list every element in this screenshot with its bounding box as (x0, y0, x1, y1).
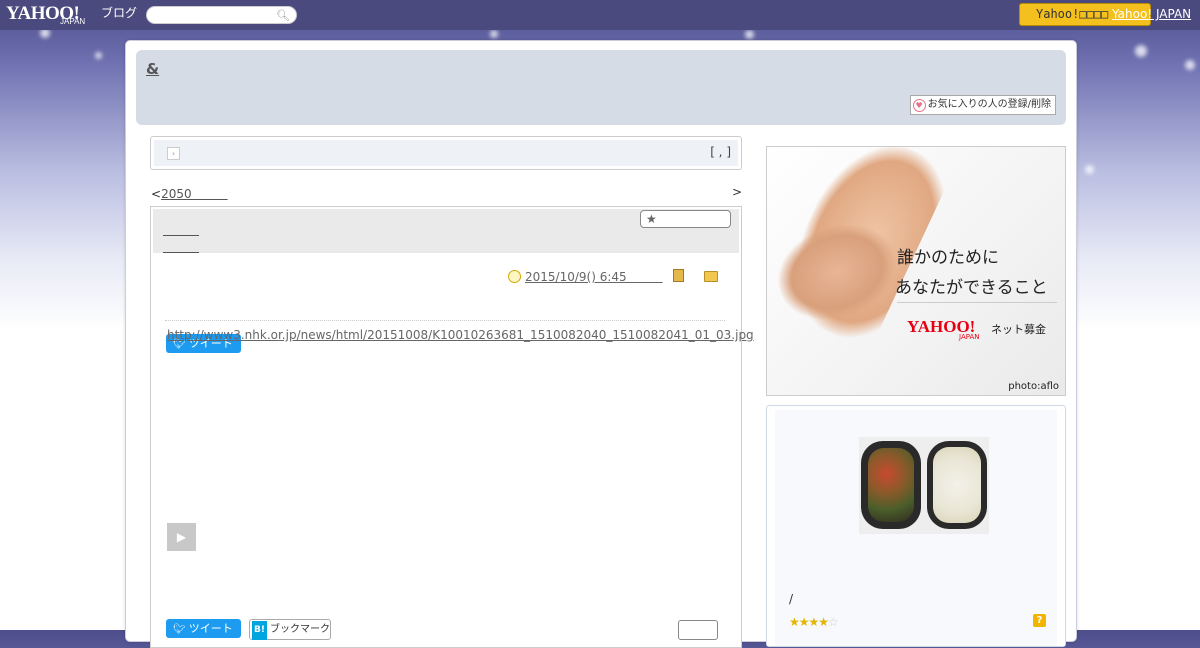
article-subtitle-link[interactable] (163, 238, 199, 255)
profile-panel: / ★★★★☆ ? (766, 405, 1066, 647)
snow-decoration (1185, 60, 1195, 70)
hatena-b-icon: B! (252, 621, 267, 640)
stars-empty: ☆ (828, 615, 839, 629)
search-icon[interactable]: 🔍︎ (276, 9, 290, 22)
yahoo-japan-link[interactable]: Yahoo! JAPAN (1112, 7, 1191, 21)
ad-headline-2: あなたができること (895, 278, 1048, 298)
snow-decoration (1135, 45, 1147, 57)
snow-decoration (95, 52, 102, 59)
prev-article-link[interactable]: 2050 (161, 187, 228, 201)
yahoo-logo-sub: JAPAN (60, 17, 86, 26)
star-icon: ★ (646, 212, 657, 226)
article-meta: 2015/10/9() 6:45 (508, 268, 663, 285)
profile-inner: / ★★★★☆ ? (775, 410, 1057, 646)
rating-stars: ★★★★☆ (789, 615, 839, 629)
tweet-button-bottom[interactable]: 🐦︎ ツイート (166, 619, 241, 638)
folder-icon[interactable] (704, 271, 718, 282)
heart-icon: ♥ (912, 99, 926, 112)
top-header-bar: YAHOO! JAPAN ブログ 🔍︎ Yahoo!□□□□ Yahoo! JA… (0, 0, 1200, 30)
snow-decoration (745, 30, 754, 39)
chevron-right-icon[interactable]: › (167, 147, 180, 160)
image-url-link[interactable]: http://www3.nhk.or.jp/news/html/20151008… (167, 327, 755, 343)
ad-tagline: ネット募金 (991, 323, 1046, 336)
clock-icon (508, 270, 521, 283)
ad-divider (897, 302, 1057, 303)
profile-text: / (789, 592, 794, 606)
ad-headline-1: 誰かのために (897, 248, 999, 268)
favorite-star-button[interactable]: ★ (640, 210, 731, 228)
tweet-label-bottom: ツイート (188, 622, 233, 635)
comment-icon[interactable] (678, 620, 718, 640)
article-header: ★ (153, 209, 739, 253)
article-title-link[interactable] (163, 221, 199, 238)
ad-photo-credit: photo:aflo (1008, 381, 1059, 392)
help-icon[interactable]: ? (1033, 614, 1046, 627)
blog-logo[interactable]: ブログ (101, 4, 137, 21)
book-icon[interactable] (673, 269, 684, 282)
blog-container: & ♥ お気に入りの人の登録/削除 › [ , ] <2050 > ★ 2015/… (125, 40, 1077, 648)
dotted-divider (165, 320, 725, 321)
blog-header: & ♥ お気に入りの人の登録/削除 (136, 50, 1066, 125)
article-date-link[interactable]: 2015/10/9() 6:45 (525, 270, 663, 284)
yahoo-donation-ad[interactable]: 誰かのために あなたができること YAHOO! JAPAN ネット募金 phot… (766, 146, 1066, 396)
snow-decoration (1085, 165, 1094, 174)
article: ★ 2015/10/9() 6:45 🐦︎ ツイート http://www3.nh… (150, 206, 754, 648)
favorite-register-button[interactable]: ♥ お気に入りの人の登録/削除 (909, 95, 1056, 115)
snow-decoration (490, 30, 498, 38)
ad-yahoo-logo-sub: JAPAN (959, 333, 980, 341)
blog-title[interactable]: & (146, 60, 159, 78)
next-article-nav[interactable]: > (732, 185, 742, 199)
video-play-button[interactable]: ▶ (167, 523, 196, 551)
breadcrumb-inner: › [ , ] (154, 140, 738, 166)
bento-box-right (927, 441, 987, 529)
breadcrumb-right-text: [ , ] (710, 145, 731, 159)
stars-filled: ★★★★ (789, 615, 829, 629)
prev-article-nav: <2050 (151, 185, 228, 202)
prev-symbol: < (151, 187, 162, 201)
breadcrumb: › [ , ] (150, 136, 742, 170)
bento-box-left (861, 441, 921, 529)
favorite-register-label: お気に入りの人の登録/削除 (927, 99, 1051, 110)
search-input[interactable]: 🔍︎ (146, 6, 297, 24)
profile-image[interactable] (859, 437, 989, 534)
